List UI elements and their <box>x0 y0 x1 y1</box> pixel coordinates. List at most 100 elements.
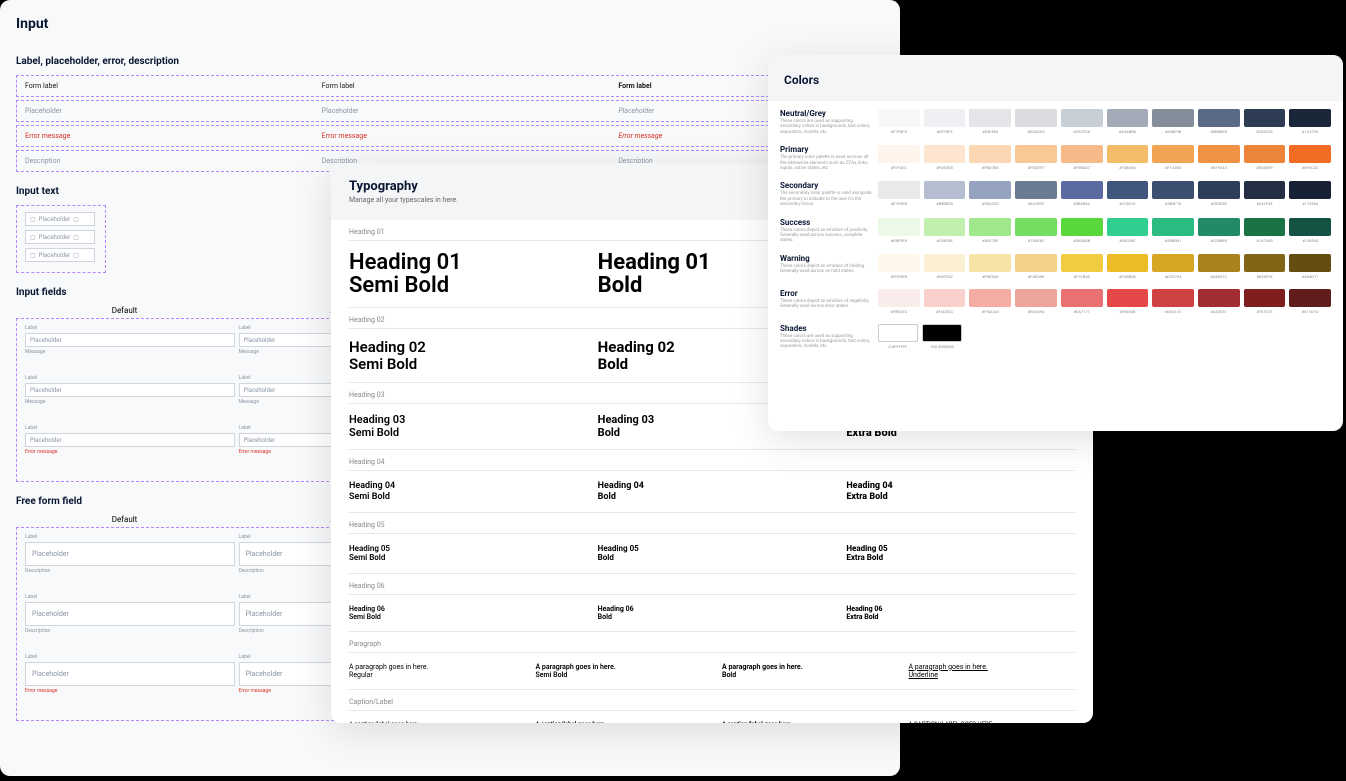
color-chip <box>1289 218 1331 236</box>
type-section-label: Heading 06 <box>349 574 1075 595</box>
input-field-error-default[interactable]: Placeholder <box>25 433 235 447</box>
freeform-error-default[interactable]: Placeholder <box>25 662 235 686</box>
input-text-field[interactable]: ▢Placeholder▢ <box>25 230 95 244</box>
color-chip <box>1015 109 1057 127</box>
placeholder-row: Placeholder Placeholder Placeholder <box>16 100 884 122</box>
swatch: #F7F8F8 <box>878 109 920 134</box>
form-label: Form label <box>322 82 579 90</box>
freeform-default[interactable]: Placeholder <box>25 542 235 566</box>
swatch: #41567D <box>1107 181 1149 206</box>
input-text-group: ▢Placeholder▢ ▢Placeholder▢ ▢Placeholder… <box>16 205 106 273</box>
input-field-default[interactable]: Placeholder <box>25 383 235 397</box>
swatch: #2E3E58 <box>1198 181 1240 206</box>
type-section-label: Paragraph <box>349 632 1075 653</box>
input-field-default[interactable]: Placeholder <box>25 333 235 347</box>
swatch: #145343 <box>1289 218 1331 243</box>
color-chip <box>1198 218 1240 236</box>
color-chip <box>924 145 966 163</box>
color-chip <box>1198 254 1240 272</box>
color-code: #F7F8F8 <box>891 129 907 134</box>
swatch: #F8E3A6 <box>969 254 1011 279</box>
color-chip <box>1244 181 1286 199</box>
color-chip <box>1015 254 1057 272</box>
swatch: #EFF0F3 <box>924 109 966 134</box>
color-chip <box>878 109 920 127</box>
color-chip <box>1107 181 1149 199</box>
color-code: #FAEFD2 <box>936 274 952 279</box>
swatch: #F1CB40 <box>1061 254 1103 279</box>
swatch: #6A7B92 <box>1015 181 1057 206</box>
colors-panel: Colors Neutral/GreyThese colors are used… <box>768 55 1343 431</box>
color-chip <box>1152 218 1194 236</box>
color-chip <box>924 254 966 272</box>
color-code: #2E3E58 <box>1211 201 1227 206</box>
color-chip <box>1061 181 1103 199</box>
color-chip <box>1198 289 1240 307</box>
color-code: #F3BC68 <box>1119 165 1136 170</box>
swatch: #EA7171 <box>1061 289 1103 314</box>
swatch: #D7A724 <box>1152 254 1194 279</box>
color-chip <box>1061 109 1103 127</box>
color-code: #228B65 <box>1211 238 1227 243</box>
color-chip <box>1061 254 1103 272</box>
color-code: #EDA49A <box>1027 309 1044 314</box>
color-code: #2BBB81 <box>1165 238 1182 243</box>
swatch: #D04141 <box>1152 289 1194 314</box>
color-code: #E7E9EB <box>891 201 907 206</box>
swatch: #C0EFAE <box>924 218 966 243</box>
color-code: #DADCE0 <box>1027 129 1044 134</box>
color-chip <box>1244 109 1286 127</box>
swatch: #F5ACA4 <box>969 289 1011 314</box>
color-row-primary: PrimaryThe primary color palette is used… <box>780 145 1331 171</box>
color-group-desc: These colors depict an emotion of positi… <box>780 228 872 244</box>
caption-regular: A caption/label goes here.Regular <box>349 721 516 723</box>
swatch: #DADCE0 <box>1015 109 1057 134</box>
error-row: Error message Error message Error messag… <box>16 125 884 147</box>
type-section-label: Heading 04 <box>349 450 1075 471</box>
error-text: Error message <box>322 132 579 140</box>
paragraph-underline: A paragraph goes in here.Underline <box>909 663 1076 679</box>
color-chip <box>1152 181 1194 199</box>
swatch: #ECBB26 <box>1107 254 1149 279</box>
swatch: #E7E9EB <box>878 181 920 206</box>
color-code: #5AD83B <box>1073 238 1090 243</box>
panel-header: Colors <box>768 55 1343 101</box>
color-chip <box>924 181 966 199</box>
swatch: #A32E31 <box>1198 289 1240 314</box>
color-chip <box>1152 145 1194 163</box>
color-chip <box>1015 145 1057 163</box>
color-chip <box>1107 289 1149 307</box>
color-code: #145343 <box>1302 238 1318 243</box>
freeform-default[interactable]: Placeholder <box>25 602 235 626</box>
color-code: #C8CFD6 <box>1073 129 1090 134</box>
form-label-row: Form label Form label Form label <box>16 75 884 97</box>
swatch: #FBD7B3 <box>969 145 1011 170</box>
swatch: #848E9B <box>1152 109 1194 134</box>
color-code: #C0EFAE <box>936 238 952 243</box>
color-group-desc: The primary color palette is used accros… <box>780 155 872 171</box>
swatch: #EBF9E6 <box>878 218 920 243</box>
input-text-field[interactable]: ▢Placeholder▢ <box>25 248 95 262</box>
color-chip <box>969 145 1011 163</box>
paragraph-semibold: A paragraph goes in here.Semi Bold <box>536 663 703 679</box>
input-text-field[interactable]: ▢Placeholder▢ <box>25 212 95 226</box>
placeholder-text: Placeholder <box>25 107 282 115</box>
color-code: #1A7345 <box>1256 238 1272 243</box>
color-chip <box>878 181 920 199</box>
swatch: #634D11 <box>1289 254 1331 279</box>
color-chip <box>924 289 966 307</box>
swatch: #2BBB81 <box>1152 218 1194 243</box>
color-chip <box>1152 289 1194 307</box>
color-group-desc: These colors depict an emotion of negati… <box>780 299 872 310</box>
type-section-label: Heading 05 <box>349 513 1075 534</box>
color-chip <box>1061 289 1103 307</box>
color-code: #30CE8E <box>1119 238 1135 243</box>
color-code: #F1A554 <box>1165 165 1181 170</box>
color-code: #F5ACA4 <box>982 309 999 314</box>
color-chip <box>969 254 1011 272</box>
type-section-label: Caption/Label <box>349 690 1075 711</box>
color-chip <box>1152 254 1194 272</box>
swatch: #FAEFD2 <box>924 254 966 279</box>
color-chip <box>878 289 920 307</box>
color-chip <box>1107 145 1149 163</box>
